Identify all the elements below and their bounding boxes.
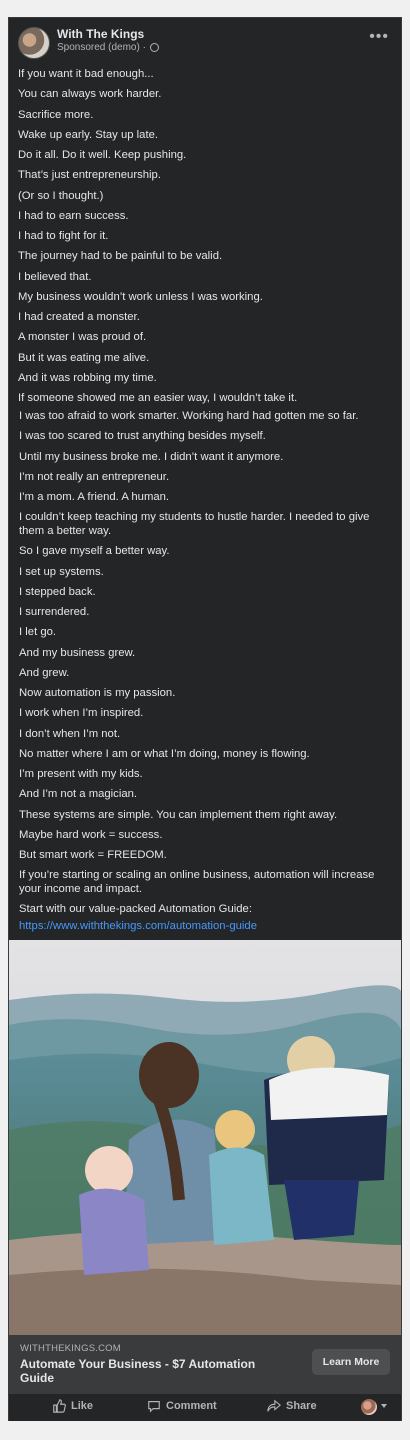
post-text-line: I was too scared to trust anything besid… [19, 430, 266, 443]
comment-icon [148, 1401, 160, 1413]
post-text-line: If you’re starting or scaling an online … [19, 869, 375, 896]
post-text-line: And grew. [19, 666, 70, 679]
post-text-line: I’m a mom. A friend. A human. [19, 491, 170, 503]
like-button[interactable]: Like [52, 1399, 93, 1413]
post-text-line: I surrendered. [19, 606, 90, 618]
page-avatar[interactable] [18, 27, 50, 59]
post-text-line: I was too afraid to work smarter. Workin… [19, 410, 359, 422]
post-text-line: No matter where I am or what I’m doing, … [19, 747, 310, 760]
share-icon [267, 1399, 281, 1412]
post-text-line: You can always work harder. [18, 88, 162, 101]
post-text-part-1: If you want it bad enough... You can alwa… [18, 64, 393, 408]
post-text-line: These systems are simple. You can implem… [19, 808, 338, 821]
post-text-line: If you want it bad enough... [18, 68, 154, 80]
ad-domain: WITHTHEKINGS.COM [20, 1343, 121, 1354]
post-header: With The Kings Sponsored (demo) · ••• [9, 18, 401, 68]
thumbs-up-icon [53, 1399, 66, 1413]
share-button[interactable]: Share [267, 1399, 317, 1413]
learn-more-button[interactable]: Learn More [312, 1349, 390, 1375]
comment-button[interactable]: Comment [147, 1399, 217, 1413]
post-text-line: But smart work = FREEDOM. [19, 849, 167, 861]
post-text-line: (Or so I thought.) [18, 189, 104, 202]
like-label: Like [71, 1400, 94, 1412]
family-on-mountain-photo [9, 940, 401, 1335]
post-text-line: I had created a monster. [18, 311, 140, 323]
post-text-line: And it was robbing my time. [18, 371, 157, 384]
post-text-line: I had to earn success. [18, 209, 129, 222]
automation-guide-link[interactable]: https://www.withthekings.com/automation-… [19, 919, 393, 933]
more-options-icon[interactable]: ••• [369, 29, 389, 45]
globe-icon [149, 43, 159, 52]
post-text-line: Now automation is my passion. [19, 687, 176, 699]
post-actions-bar: Like Comment Share [9, 1393, 401, 1421]
post-text-line: I work when I’m inspired. [19, 707, 144, 720]
post-text-line: Start with our value-packed Automation G… [19, 903, 252, 916]
post-text-line: Wake up early. Stay up late. [18, 128, 159, 141]
post-text-line: But it was eating me alive. [18, 351, 150, 364]
post-text-line: I’m not really an entrepreneur. [19, 470, 170, 483]
post-text-line: Until my business broke me. I didn’t wan… [19, 450, 284, 463]
post-text-line: I’m present with my kids. [19, 768, 143, 780]
share-label: Share [286, 1400, 317, 1412]
post-text-line: Do it all. Do it well. Keep pushing. [18, 149, 187, 161]
post-text-line: And my business grew. [19, 646, 136, 659]
caret-down-icon[interactable] [381, 1404, 387, 1408]
comment-label: Comment [166, 1400, 217, 1412]
post-text-line: Maybe hard work = success. [19, 828, 163, 841]
reactor-avatar[interactable] [361, 1399, 377, 1415]
sponsored-label: Sponsored (demo) · [57, 42, 159, 53]
post-text-line: I stepped back. [19, 585, 96, 598]
post-text-line: I had to fight for it. [18, 230, 109, 242]
post-text-line: So I gave myself a better way. [19, 545, 170, 558]
post-card: With The Kings Sponsored (demo) · ••• If… [8, 17, 402, 1421]
ad-footer[interactable]: WITHTHEKINGS.COM Automate Your Business … [9, 1335, 401, 1393]
post-text-line: My business wouldn’t work unless I was w… [18, 290, 263, 303]
post-text-line: I believed that. [18, 270, 92, 283]
post-text-line: I don’t when I’m not. [19, 727, 121, 740]
post-text-line: I let go. [19, 626, 57, 639]
post-text-line: And I’m not a magician. [19, 788, 138, 801]
post-text-part-2: I was too afraid to work smarter. Workin… [19, 406, 393, 933]
post-text-line: I couldn’t keep teaching my students to … [19, 511, 370, 538]
post-image[interactable] [9, 940, 401, 1335]
page-name[interactable]: With The Kings [57, 27, 144, 41]
post-text-line: Sacrifice more. [18, 108, 94, 121]
ad-title[interactable]: Automate Your Business - $7 Automation G… [20, 1357, 290, 1385]
post-text-line: That’s just entrepreneurship. [18, 169, 161, 182]
post-text-line: A monster I was proud of. [18, 331, 147, 344]
sponsored-text: Sponsored (demo) · [57, 42, 146, 53]
post-text-line: The journey had to be painful to be vali… [18, 250, 223, 263]
post-text-line: I set up systems. [19, 565, 104, 578]
